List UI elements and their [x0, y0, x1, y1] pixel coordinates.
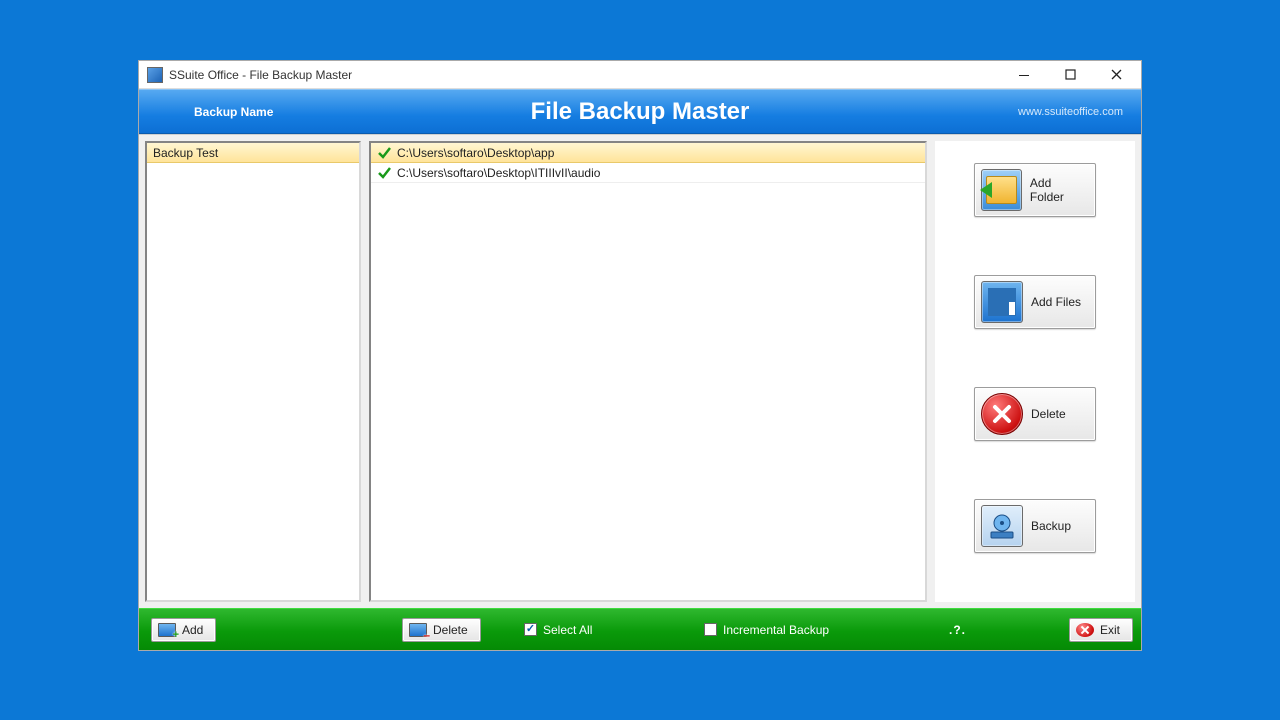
maximize-button[interactable]: [1047, 63, 1093, 87]
file-path: C:\Users\softaro\Desktop\app: [397, 146, 554, 160]
incremental-backup-checkbox[interactable]: Incremental Backup: [704, 623, 829, 637]
backup-label: Backup: [1031, 519, 1071, 533]
add-icon: [158, 623, 176, 637]
delete-small-label: Delete: [433, 623, 468, 637]
backup-list-item[interactable]: Backup Test: [147, 143, 359, 163]
title-left: SSuite Office - File Backup Master: [147, 67, 352, 83]
app-icon: [147, 67, 163, 83]
header-band: Backup Name File Backup Master www.ssuit…: [139, 89, 1141, 134]
delete-backup-button[interactable]: Delete: [402, 618, 481, 642]
select-all-label: Select All: [543, 623, 592, 637]
add-files-label: Add Files: [1031, 295, 1081, 309]
select-all-checkbox[interactable]: Select All: [524, 623, 592, 637]
app-window: SSuite Office - File Backup Master Backu…: [138, 60, 1142, 651]
bottom-toolbar: Add Delete Select All Incremental Backup…: [139, 608, 1141, 650]
exit-label: Exit: [1100, 623, 1120, 637]
backup-item-label: Backup Test: [153, 146, 218, 160]
add-label: Add: [182, 623, 203, 637]
checkbox-icon: [524, 623, 537, 636]
file-list-panel[interactable]: C:\Users\softaro\Desktop\app C:\Users\so…: [369, 141, 927, 602]
exit-button[interactable]: Exit: [1069, 618, 1133, 642]
files-icon: [981, 281, 1023, 323]
site-link[interactable]: www.ssuiteoffice.com: [1018, 106, 1123, 118]
page-title: File Backup Master: [139, 98, 1141, 126]
delete-label: Delete: [1031, 407, 1066, 421]
close-icon: [1111, 69, 1122, 80]
file-list-item[interactable]: C:\Users\softaro\Desktop\app: [371, 143, 925, 163]
window-controls: [1001, 63, 1139, 87]
work-area: Backup Test C:\Users\softaro\Desktop\app…: [139, 134, 1141, 608]
close-button[interactable]: [1093, 63, 1139, 87]
titlebar: SSuite Office - File Backup Master: [139, 61, 1141, 89]
delete-button[interactable]: Delete: [974, 387, 1096, 441]
delete-small-icon: [409, 623, 427, 637]
add-folder-button[interactable]: Add Folder: [974, 163, 1096, 217]
backup-icon: [981, 505, 1023, 547]
check-icon: [377, 146, 391, 160]
file-path: C:\Users\softaro\Desktop\ITIIIvII\audio: [397, 166, 600, 180]
maximize-icon: [1065, 69, 1076, 80]
backup-list-panel[interactable]: Backup Test: [145, 141, 361, 602]
add-files-button[interactable]: Add Files: [974, 275, 1096, 329]
window-title: SSuite Office - File Backup Master: [169, 68, 352, 82]
exit-icon: [1076, 623, 1094, 637]
file-list-item[interactable]: C:\Users\softaro\Desktop\ITIIIvII\audio: [371, 163, 925, 183]
help-button[interactable]: .?.: [949, 623, 966, 637]
incremental-label: Incremental Backup: [723, 623, 829, 637]
minimize-button[interactable]: [1001, 63, 1047, 87]
side-button-panel: Add Folder Add Files Delete: [935, 141, 1135, 602]
folder-icon: [981, 169, 1022, 211]
backup-button[interactable]: Backup: [974, 499, 1096, 553]
minimize-icon: [1018, 69, 1030, 81]
add-backup-button[interactable]: Add: [151, 618, 216, 642]
add-folder-label: Add Folder: [1030, 176, 1087, 204]
delete-icon: [981, 393, 1023, 435]
check-icon: [377, 166, 391, 180]
checkbox-icon: [704, 623, 717, 636]
